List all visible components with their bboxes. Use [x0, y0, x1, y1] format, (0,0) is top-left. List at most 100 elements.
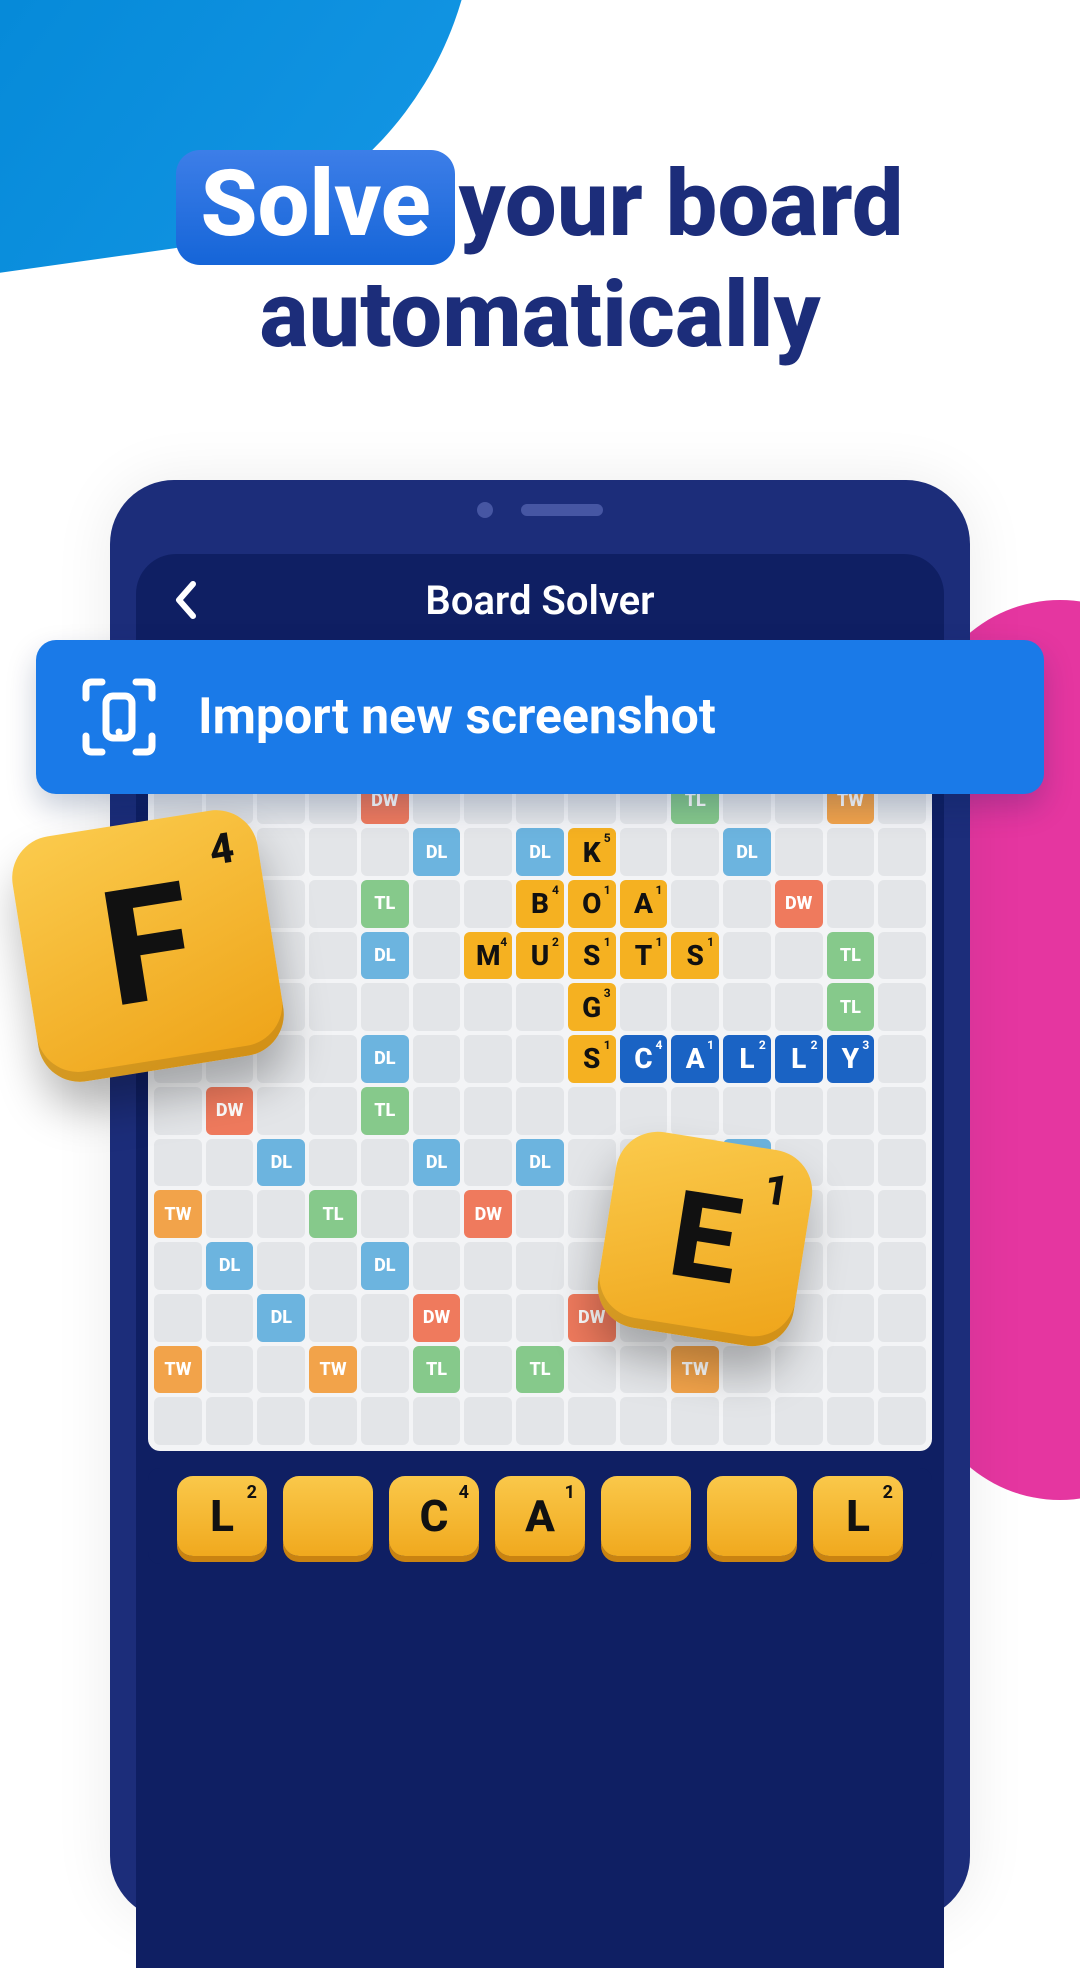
- board-cell[interactable]: TW: [309, 1346, 357, 1394]
- board-cell[interactable]: DW: [413, 1294, 461, 1342]
- placed-tile[interactable]: B4: [516, 880, 564, 928]
- board-cell[interactable]: [154, 1242, 202, 1290]
- board-cell[interactable]: [257, 1397, 305, 1445]
- board-cell[interactable]: [464, 983, 512, 1031]
- back-button[interactable]: [164, 578, 208, 622]
- board-cell[interactable]: [413, 1035, 461, 1083]
- placed-tile[interactable]: S1: [671, 932, 719, 980]
- board-cell[interactable]: [206, 1397, 254, 1445]
- board-cell[interactable]: [413, 1397, 461, 1445]
- board-cell[interactable]: [878, 1346, 926, 1394]
- board-cell[interactable]: [154, 1294, 202, 1342]
- board-cell[interactable]: [620, 1397, 668, 1445]
- board-cell[interactable]: [206, 1294, 254, 1342]
- board-cell[interactable]: [620, 1087, 668, 1135]
- board-cell[interactable]: [827, 1190, 875, 1238]
- board-cell[interactable]: [516, 1035, 564, 1083]
- board-cell[interactable]: [516, 1294, 564, 1342]
- rack-tile-blank[interactable]: [601, 1476, 691, 1556]
- board-cell[interactable]: DL: [361, 1035, 409, 1083]
- board-cell[interactable]: [154, 1087, 202, 1135]
- board-cell[interactable]: [154, 1139, 202, 1187]
- board-cell[interactable]: DL: [257, 1294, 305, 1342]
- board-cell[interactable]: [257, 1242, 305, 1290]
- board-cell[interactable]: [361, 983, 409, 1031]
- board-cell[interactable]: DL: [361, 1242, 409, 1290]
- board-cell[interactable]: [413, 1087, 461, 1135]
- placed-tile[interactable]: A1: [620, 880, 668, 928]
- board-cell[interactable]: TW: [671, 1346, 719, 1394]
- board-cell[interactable]: [775, 983, 823, 1031]
- board-cell[interactable]: [775, 828, 823, 876]
- board-cell[interactable]: [464, 1139, 512, 1187]
- board-cell[interactable]: [775, 932, 823, 980]
- board-cell[interactable]: [827, 880, 875, 928]
- suggested-tile[interactable]: L2: [775, 1035, 823, 1083]
- board-cell[interactable]: [878, 1190, 926, 1238]
- board-cell[interactable]: [568, 1346, 616, 1394]
- placed-tile[interactable]: S1: [568, 932, 616, 980]
- board-cell[interactable]: [827, 828, 875, 876]
- board-cell[interactable]: [206, 1346, 254, 1394]
- board-cell[interactable]: TL: [361, 1087, 409, 1135]
- board-cell[interactable]: [878, 1035, 926, 1083]
- board-cell[interactable]: DL: [413, 828, 461, 876]
- rack-tile[interactable]: C4: [389, 1476, 479, 1556]
- tile-rack[interactable]: L2C4A1L2: [148, 1468, 932, 1564]
- board-cell[interactable]: [878, 1242, 926, 1290]
- board-cell[interactable]: TW: [154, 1190, 202, 1238]
- rack-tile-blank[interactable]: [707, 1476, 797, 1556]
- board-cell[interactable]: [671, 983, 719, 1031]
- board-cell[interactable]: [309, 1397, 357, 1445]
- placed-tile[interactable]: U2: [516, 932, 564, 980]
- board-cell[interactable]: [878, 828, 926, 876]
- board-cell[interactable]: [723, 1397, 771, 1445]
- board-cell[interactable]: [361, 1139, 409, 1187]
- board-cell[interactable]: [361, 1397, 409, 1445]
- board-cell[interactable]: [464, 1087, 512, 1135]
- board-cell[interactable]: [827, 1087, 875, 1135]
- board-cell[interactable]: [309, 983, 357, 1031]
- board-cell[interactable]: [827, 1139, 875, 1187]
- placed-tile[interactable]: S1: [568, 1035, 616, 1083]
- board-cell[interactable]: TL: [413, 1346, 461, 1394]
- board-cell[interactable]: [257, 1087, 305, 1135]
- board-cell[interactable]: [464, 880, 512, 928]
- suggested-tile[interactable]: Y3: [827, 1035, 875, 1083]
- board-cell[interactable]: [671, 1087, 719, 1135]
- board-cell[interactable]: [309, 932, 357, 980]
- board-cell[interactable]: [620, 1346, 668, 1394]
- suggested-tile[interactable]: A1: [671, 1035, 719, 1083]
- board-cell[interactable]: [516, 1242, 564, 1290]
- board-cell[interactable]: [464, 1035, 512, 1083]
- board-cell[interactable]: [878, 983, 926, 1031]
- board-cell[interactable]: [827, 1294, 875, 1342]
- board-cell[interactable]: TL: [516, 1346, 564, 1394]
- suggested-tile[interactable]: L2: [723, 1035, 771, 1083]
- board-cell[interactable]: [361, 1190, 409, 1238]
- board-cell[interactable]: TW: [154, 1346, 202, 1394]
- board-cell[interactable]: [775, 1087, 823, 1135]
- board-cell[interactable]: [620, 828, 668, 876]
- board-cell[interactable]: [827, 1242, 875, 1290]
- placed-tile[interactable]: K5: [568, 828, 616, 876]
- board-cell[interactable]: [568, 1139, 616, 1187]
- board-cell[interactable]: [257, 1190, 305, 1238]
- board-cell[interactable]: DW: [464, 1190, 512, 1238]
- board-cell[interactable]: DL: [206, 1242, 254, 1290]
- board-cell[interactable]: [516, 1397, 564, 1445]
- board-cell[interactable]: TL: [827, 932, 875, 980]
- board-cell[interactable]: DL: [361, 932, 409, 980]
- board-cell[interactable]: [309, 1242, 357, 1290]
- board-cell[interactable]: [671, 1397, 719, 1445]
- board-cell[interactable]: [413, 880, 461, 928]
- board-cell[interactable]: [568, 1087, 616, 1135]
- board-cell[interactable]: [413, 1242, 461, 1290]
- board-cell[interactable]: [723, 983, 771, 1031]
- board-cell[interactable]: [361, 1346, 409, 1394]
- board-cell[interactable]: [827, 1346, 875, 1394]
- board-cell[interactable]: [671, 828, 719, 876]
- board-cell[interactable]: [723, 880, 771, 928]
- rack-tile[interactable]: A1: [495, 1476, 585, 1556]
- board-cell[interactable]: [361, 1294, 409, 1342]
